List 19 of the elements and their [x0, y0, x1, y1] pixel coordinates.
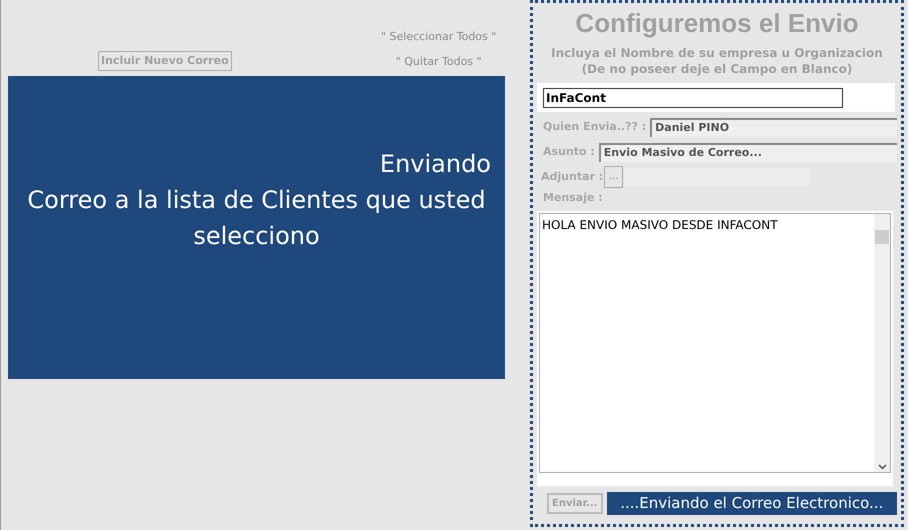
scroll-down-icon[interactable]	[878, 464, 886, 470]
form-title: Configuremos el Envio	[574, 7, 860, 40]
select-link[interactable]: " Seleccionar Todos "	[381, 29, 496, 46]
scrollbar-thumb[interactable]	[875, 230, 889, 244]
message-label: Mensaje :	[542, 190, 604, 206]
banner-status: Enviando	[380, 150, 491, 178]
company-hint: Incluya el Nombre de su empresa u Organizacion (De no poseer deje el Campo en Blanco)	[550, 45, 884, 77]
field-label: Quien Envia..?? :	[542, 119, 646, 136]
field-input[interactable]: Daniel PINO	[650, 118, 897, 137]
select-link[interactable]: " Quitar Todos "	[396, 54, 482, 70]
field-label: Asunto :	[542, 144, 595, 160]
company-input[interactable]: InFaCont	[543, 88, 843, 108]
message-text: HOLA ENVIO MASIVO DESDE INFACONT	[541, 216, 779, 234]
banner-message: Correo a la lista de Clientes que usted selecciono	[26, 185, 487, 252]
attach-label: Adjuntar :	[540, 168, 604, 185]
scrollbar[interactable]	[874, 214, 890, 472]
browse-button[interactable]: ...	[604, 166, 624, 188]
status-bar: ....Enviando el Correo Electronico...	[606, 492, 897, 514]
field-input[interactable]: Envio Masivo de Correo...	[598, 143, 897, 162]
